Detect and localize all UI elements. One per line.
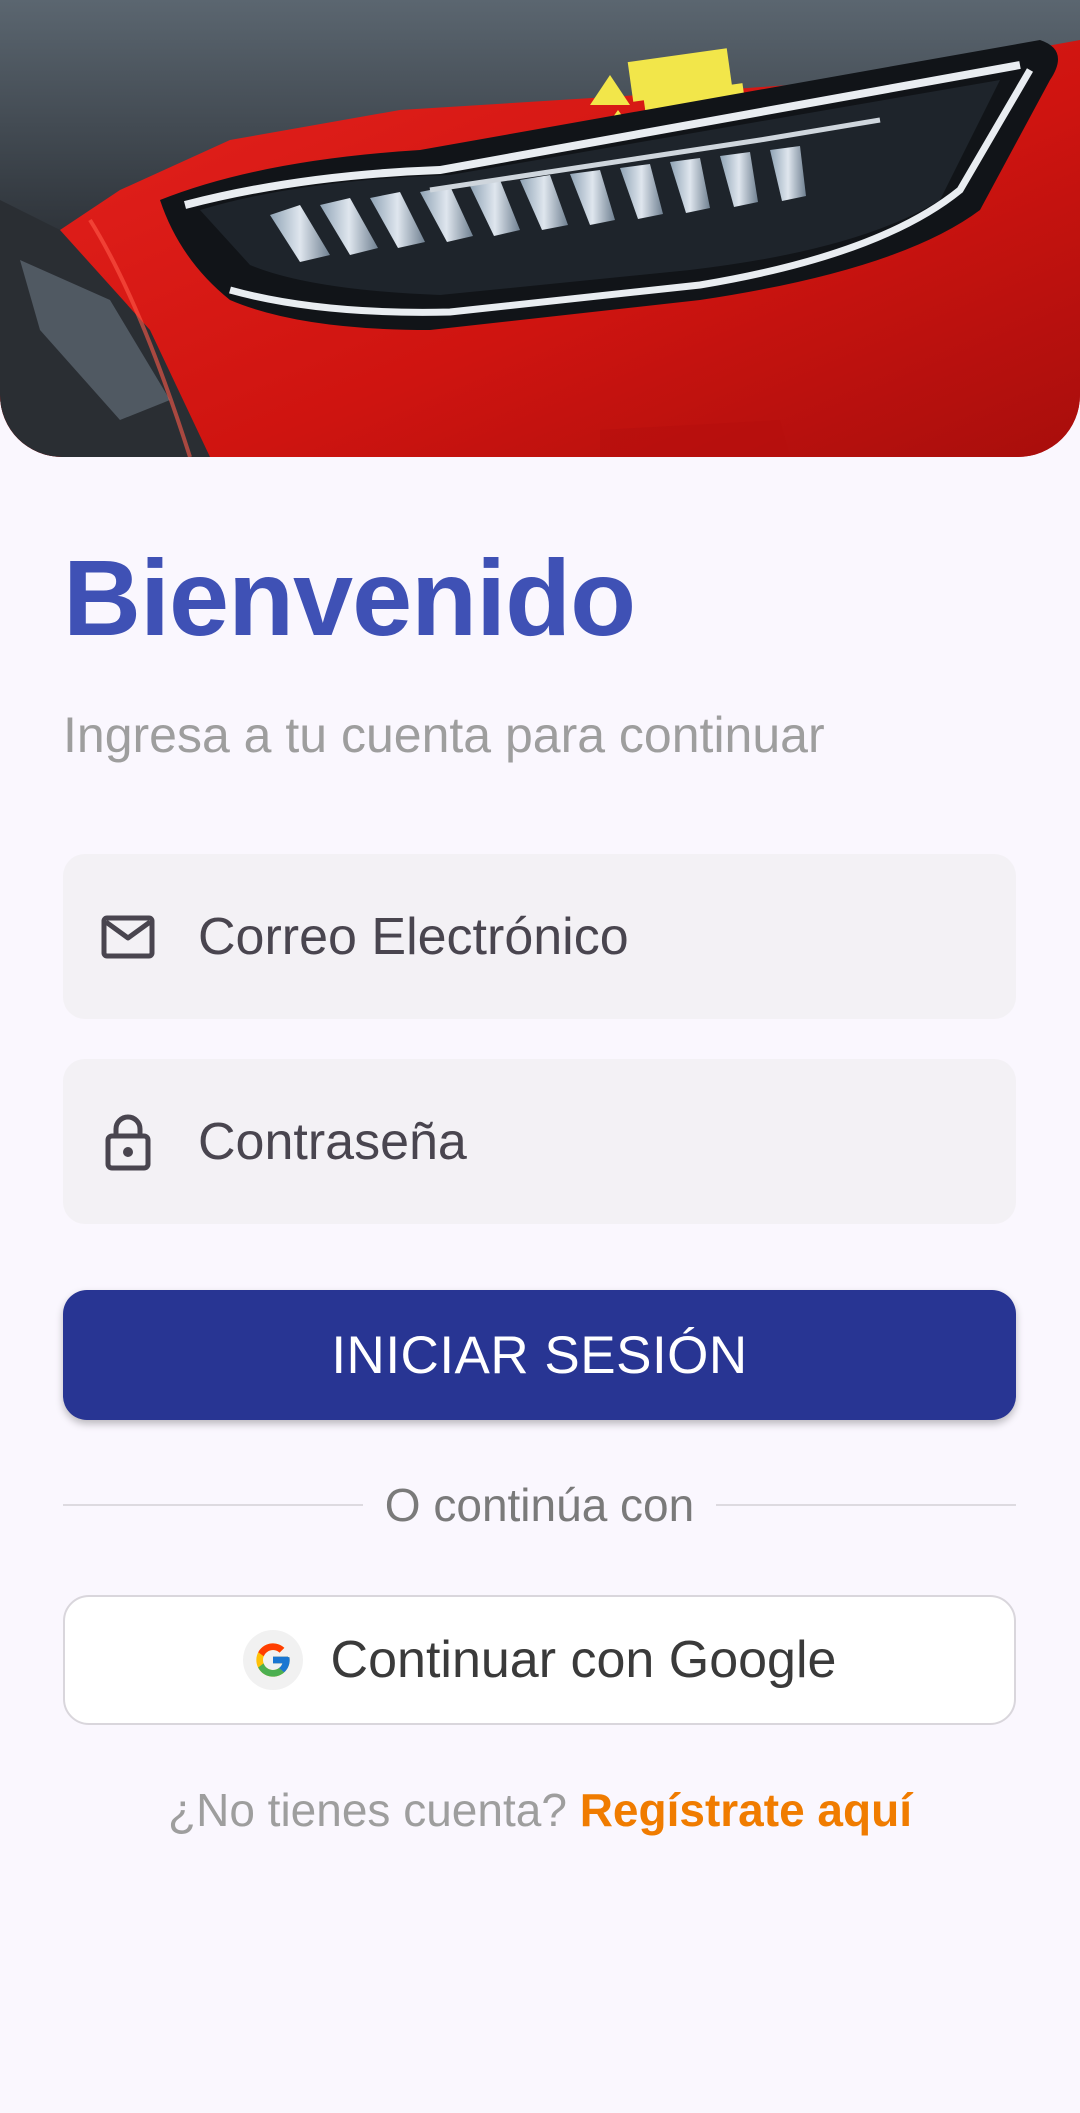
google-button-label: Continuar con Google <box>330 1631 837 1689</box>
divider-line-right <box>716 1504 1017 1506</box>
signup-link[interactable]: Regístrate aquí <box>580 1784 912 1836</box>
password-field[interactable] <box>63 1059 1016 1224</box>
page-subtitle: Ingresa a tu cuenta para continuar <box>63 707 825 763</box>
hero-image <box>0 0 1080 457</box>
email-field[interactable] <box>63 854 1016 1019</box>
car-headlight-image <box>0 0 1080 457</box>
google-signin-button[interactable]: Continuar con Google <box>63 1595 1016 1725</box>
google-icon <box>242 1630 303 1690</box>
lock-icon <box>98 1112 158 1172</box>
password-input[interactable] <box>198 1111 958 1172</box>
divider-line-left <box>63 1504 363 1506</box>
signup-prompt: ¿No tienes cuenta? Regístrate aquí <box>0 1780 1080 1840</box>
divider-label: O continúa con <box>384 1479 695 1531</box>
mail-icon <box>98 907 158 967</box>
page-title: Bienvenido <box>63 537 636 658</box>
email-input[interactable] <box>198 906 958 967</box>
signup-question: ¿No tienes cuenta? <box>168 1784 567 1836</box>
login-button[interactable]: INICIAR SESIÓN <box>63 1290 1016 1420</box>
or-divider: O continúa con <box>63 1470 1017 1540</box>
